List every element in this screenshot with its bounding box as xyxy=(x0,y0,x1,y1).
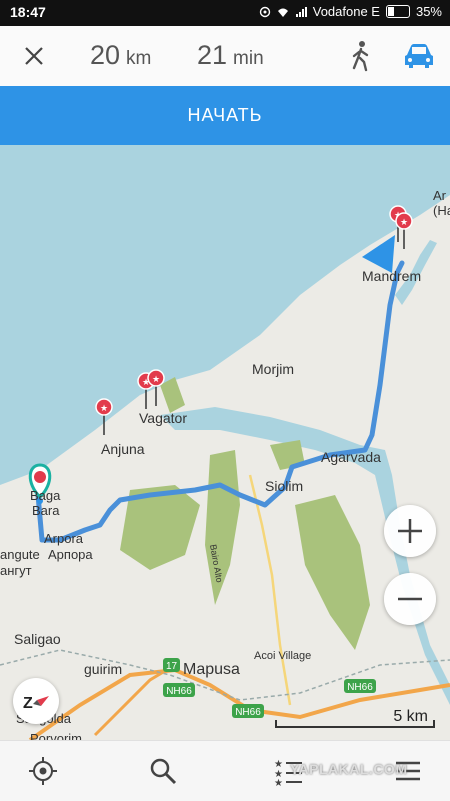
zoom-out-button[interactable] xyxy=(384,573,436,625)
svg-text:Z: Z xyxy=(23,695,33,712)
close-icon[interactable] xyxy=(18,40,50,72)
scale-label: 5 km xyxy=(393,708,428,725)
watermark: YAPLAKAL.COM xyxy=(290,761,408,777)
signal-icon xyxy=(295,6,307,17)
compass-button[interactable]: Z xyxy=(13,678,59,724)
hotspot-icon xyxy=(259,6,270,17)
svg-text:17: 17 xyxy=(166,661,178,672)
road-shield-nh66: NH66 xyxy=(344,679,376,693)
location-icon[interactable] xyxy=(27,755,59,787)
place-label: Baga xyxy=(30,488,61,503)
scale-bar xyxy=(275,720,435,728)
route-distance: 20 km xyxy=(90,40,151,71)
road-shield-nh66: NH66 xyxy=(232,704,264,718)
start-navigation-button[interactable]: НАЧАТЬ xyxy=(0,86,450,145)
place-label: Mapusa xyxy=(183,661,240,678)
place-label: guirim xyxy=(84,661,122,677)
svg-text:★: ★ xyxy=(400,217,408,227)
place-label: Bara xyxy=(32,503,60,518)
svg-text:NH66: NH66 xyxy=(347,682,373,693)
status-time: 18:47 xyxy=(10,4,46,20)
duration-value: 21 xyxy=(197,40,228,70)
minus-icon xyxy=(398,597,422,601)
compass-icon: Z xyxy=(23,695,49,712)
place-label: Siolim xyxy=(265,478,303,494)
zoom-in-button[interactable] xyxy=(384,505,436,557)
battery-icon xyxy=(385,5,410,18)
battery-level: 35% xyxy=(415,4,442,19)
route-duration: 21 min xyxy=(197,40,264,71)
bottom-navigation: ★ ★ ★ YAPLAKAL.COM xyxy=(0,740,450,801)
svg-text:NH66: NH66 xyxy=(235,707,261,718)
road-shield-17: 17 xyxy=(163,658,180,672)
place-label: Арпора xyxy=(48,547,93,562)
walk-icon[interactable] xyxy=(348,40,374,72)
wifi-icon xyxy=(277,8,288,17)
road-shield-nh66: NH66 xyxy=(163,683,195,697)
place-label: Anjuna xyxy=(101,441,145,457)
place-label: Porvorim xyxy=(30,731,82,740)
svg-text:NH66: NH66 xyxy=(166,686,192,697)
map-view[interactable]: ★ ★ ★ ★ ★ Mandrem Ar (Ha Morjim Vagator … xyxy=(0,145,450,740)
distance-value: 20 xyxy=(90,40,121,70)
place-label: ангут xyxy=(0,563,32,578)
svg-text:★: ★ xyxy=(100,403,108,413)
search-icon[interactable] xyxy=(147,755,179,787)
duration-unit: min xyxy=(233,48,264,69)
place-label: Morjim xyxy=(252,361,294,377)
plus-icon xyxy=(398,519,422,543)
carrier-label: Vodafone E xyxy=(312,4,380,19)
svg-text:★: ★ xyxy=(274,778,283,787)
status-bar: 18:47 Vodafone E 35% xyxy=(0,0,450,26)
map-scale: 5 km xyxy=(270,704,440,732)
place-label: Acoi Village xyxy=(254,650,311,662)
place-label: Ar xyxy=(433,188,447,203)
place-label: (Ha xyxy=(433,203,450,218)
place-label: Arpora xyxy=(44,531,84,546)
distance-unit: km xyxy=(126,48,152,69)
place-label: Saligao xyxy=(14,631,61,647)
car-icon[interactable] xyxy=(402,42,436,70)
place-label: Agarvada xyxy=(321,449,381,465)
route-summary-bar: 20 km 21 min xyxy=(0,26,450,87)
place-label: angute xyxy=(0,547,40,562)
place-label: Mandrem xyxy=(362,268,421,284)
place-label: Vagator xyxy=(139,410,187,426)
svg-text:★: ★ xyxy=(152,374,160,384)
